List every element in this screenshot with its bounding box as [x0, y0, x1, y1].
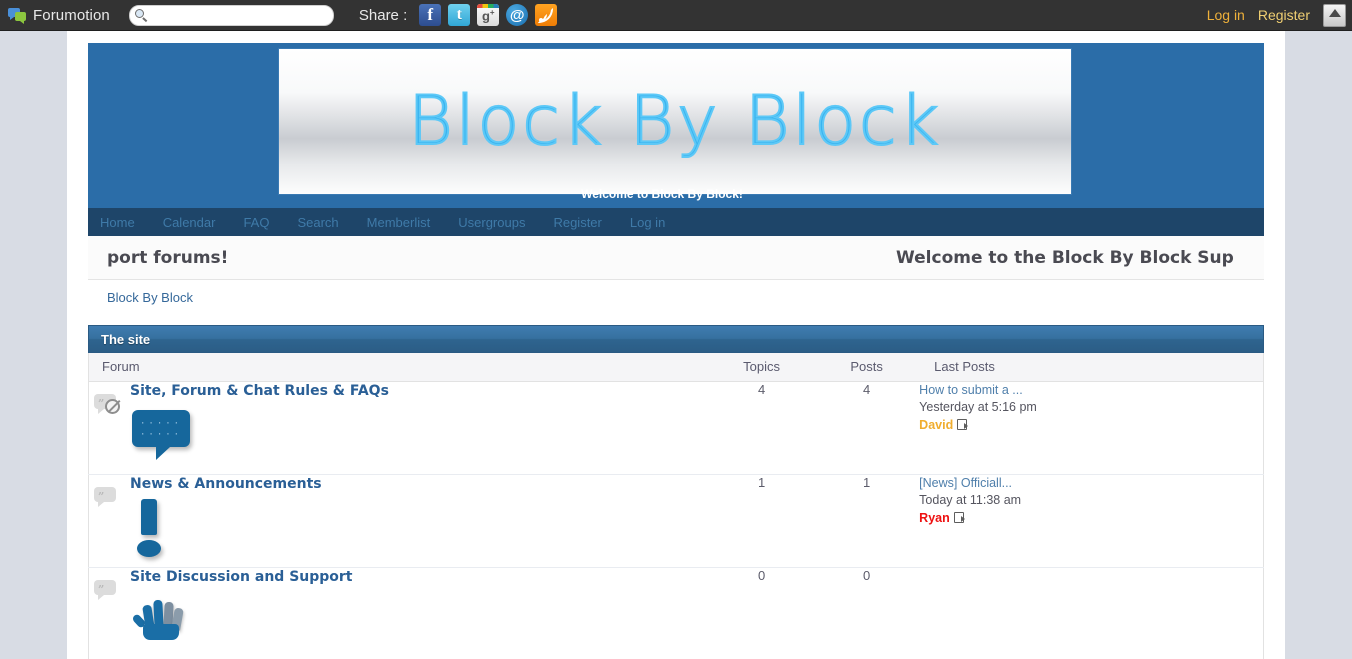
last-post-cell	[919, 567, 1264, 659]
forum-cell: ” Site Discussion and Support	[88, 567, 710, 659]
forumotion-search-box[interactable]	[128, 4, 334, 26]
hand-art-icon	[131, 594, 189, 640]
category-header[interactable]: The site	[88, 325, 1264, 353]
category-title: The site	[101, 331, 151, 347]
nav-item-faq[interactable]: FAQ	[243, 215, 269, 230]
forumotion-logo-icon	[8, 7, 26, 24]
last-post-date: Today at 11:38 am	[919, 492, 1022, 507]
posts-count: 4	[814, 381, 920, 475]
share-label: Share :	[358, 6, 408, 24]
column-header-last-posts: Last Posts	[919, 353, 1264, 382]
welcome-line: Welcome to Block By Block!	[74, 187, 1250, 201]
exclamation-art-icon	[135, 498, 169, 557]
forum-cell: ” News & Announcements	[88, 474, 710, 568]
main-navigation: Home Calendar FAQ Search Memberlist User…	[88, 208, 1264, 236]
site-header: Block By Block Welcome to Block By Block…	[88, 43, 1264, 208]
welcome-text: Welcome to Block By Block!	[581, 187, 743, 201]
board-wrapper: Block By Block Welcome to Block By Block…	[88, 43, 1264, 659]
breadcrumb-item-home[interactable]: Block By Block	[107, 290, 193, 305]
nav-item-calendar[interactable]: Calendar	[163, 215, 216, 230]
last-post-cell: [News] Officiall... Today at 11:38 am Ry…	[919, 474, 1264, 568]
marquee-text-tail: port forums!	[107, 248, 229, 268]
no-new-posts-icon: ”	[94, 578, 124, 602]
speech-bubble-art-icon: ····· ·····	[132, 409, 190, 460]
posts-count: 0	[814, 567, 920, 659]
google-plus-icon[interactable]: g+	[477, 4, 500, 26]
column-header-topics: Topics	[709, 353, 815, 382]
column-header-forum: Forum	[88, 353, 710, 382]
nav-item-usergroups[interactable]: Usergroups	[458, 215, 525, 230]
forumotion-toolbar: Forumotion Share : f t g+ @ Log in Regis…	[0, 0, 1352, 31]
search-input[interactable]	[148, 6, 327, 24]
forum-page: Block By Block Welcome to Block By Block…	[67, 31, 1285, 659]
topics-count: 0	[709, 567, 815, 659]
banner-title: Block By Block	[407, 81, 942, 162]
forum-link[interactable]: News & Announcements	[130, 476, 322, 492]
facebook-icon[interactable]: f	[419, 4, 442, 26]
forum-cell: ” Site, Forum & Chat Rules & FAQs ····· ·…	[88, 381, 710, 475]
nav-item-register[interactable]: Register	[553, 215, 601, 230]
forumotion-register-link[interactable]: Register	[1258, 7, 1310, 23]
nav-item-memberlist[interactable]: Memberlist	[367, 215, 431, 230]
rss-icon[interactable]	[535, 4, 558, 26]
last-post-author[interactable]: Ryan	[919, 511, 950, 525]
locked-forum-icon: ”	[94, 392, 124, 416]
forum-table: Forum Topics Posts Last Posts ” Site, Fo…	[88, 353, 1264, 659]
goto-last-post-icon[interactable]	[953, 511, 965, 523]
forumotion-brand-label: Forumotion	[33, 6, 110, 24]
nav-item-login[interactable]: Log in	[630, 215, 665, 230]
arrow-up-icon[interactable]	[1323, 3, 1346, 27]
table-row: ” News & Announcements 1 1 [News] Offici…	[88, 474, 1264, 568]
twitter-icon[interactable]: t	[448, 4, 471, 26]
last-post-author[interactable]: David	[919, 418, 953, 432]
topics-count: 1	[709, 474, 815, 568]
goto-last-post-icon[interactable]	[957, 418, 969, 430]
table-row: ” Site Discussion and Support 0 0	[88, 567, 1264, 659]
forumotion-login-link[interactable]: Log in	[1207, 7, 1245, 23]
announcement-marquee: port forums! Welcome to the Block By Blo…	[88, 236, 1264, 280]
search-icon	[134, 8, 149, 23]
posts-count: 1	[814, 474, 920, 568]
forum-link[interactable]: Site, Forum & Chat Rules & FAQs	[130, 383, 389, 399]
nav-item-search[interactable]: Search	[297, 215, 338, 230]
forum-table-header-row: Forum Topics Posts Last Posts	[88, 353, 1264, 382]
email-share-icon[interactable]: @	[506, 4, 529, 26]
forum-link[interactable]: Site Discussion and Support	[130, 569, 353, 585]
page-right-gutter	[1285, 31, 1352, 659]
nav-item-home[interactable]: Home	[100, 215, 135, 230]
table-row: ” Site, Forum & Chat Rules & FAQs ····· ·…	[88, 381, 1264, 475]
last-post-cell: How to submit a ... Yesterday at 5:16 pm…	[919, 381, 1264, 475]
last-post-title[interactable]: How to submit a ...	[919, 382, 1263, 399]
marquee-text-head: Welcome to the Block By Block Sup	[896, 248, 1234, 268]
no-new-posts-icon: ”	[94, 485, 124, 509]
last-post-title[interactable]: [News] Officiall...	[919, 475, 1263, 492]
last-post-date: Yesterday at 5:16 pm	[919, 399, 1037, 414]
breadcrumb: Block By Block	[88, 280, 1264, 314]
site-banner[interactable]: Block By Block	[278, 48, 1072, 195]
topics-count: 4	[709, 381, 815, 475]
column-header-posts: Posts	[814, 353, 920, 382]
forumotion-account-links: Log in Register	[1207, 3, 1352, 27]
